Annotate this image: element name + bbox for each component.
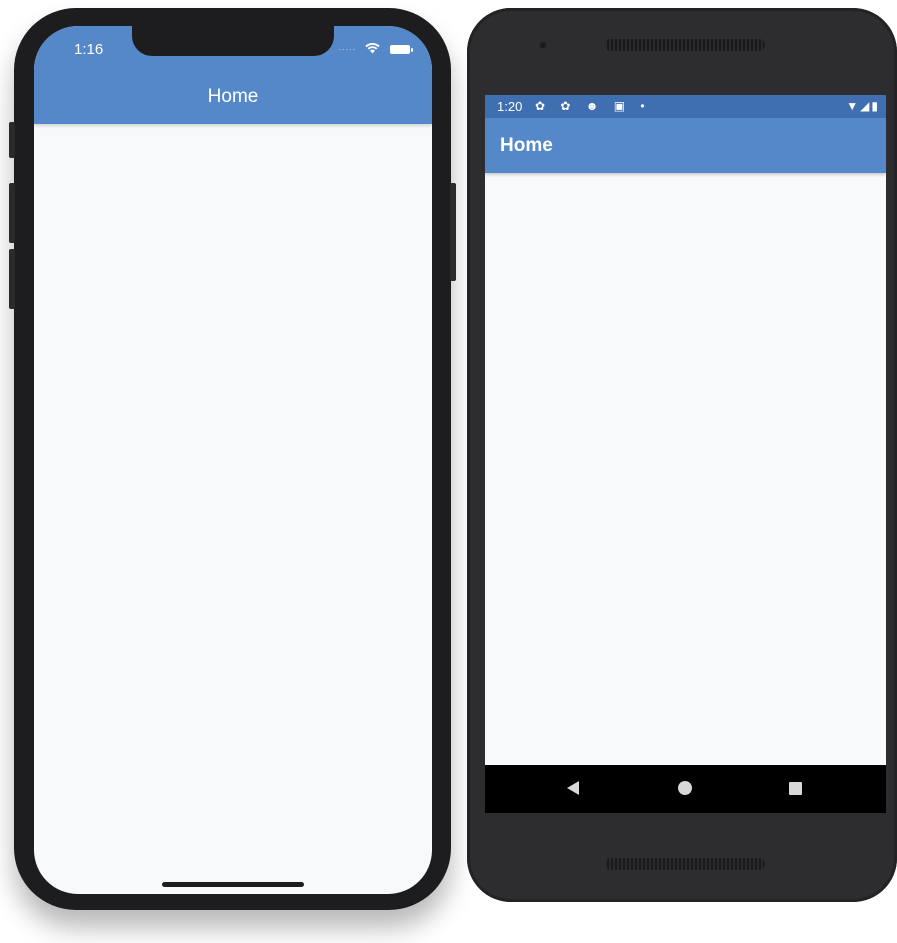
ios-screen: 1:16 ..... Home — [34, 26, 432, 894]
front-camera — [539, 41, 547, 49]
volume-down-button — [9, 249, 15, 309]
android-nav-bar — [485, 765, 886, 813]
ios-page-title: Home — [207, 86, 259, 107]
volume-up-button — [9, 183, 15, 243]
power-button — [450, 183, 456, 281]
home-icon[interactable] — [678, 781, 692, 795]
android-page-title: Home — [500, 135, 553, 156]
wifi-icon — [365, 43, 380, 54]
android-device: 1:20 ✿ ✿ ☻ ▣ • ▼◢▮ Home — [467, 8, 897, 902]
ios-signal-dots: ..... — [338, 42, 356, 52]
recents-icon[interactable] — [789, 782, 802, 795]
notch — [132, 26, 334, 56]
top-speaker — [605, 39, 765, 51]
iphone-device: 1:16 ..... Home — [9, 8, 456, 910]
android-screen: 1:20 ✿ ✿ ☻ ▣ • ▼◢▮ Home — [485, 95, 886, 813]
battery-icon — [390, 45, 413, 54]
signal-battery-icons: ▼◢▮ — [846, 99, 880, 113]
back-icon[interactable] — [567, 781, 579, 795]
mute-switch — [9, 122, 15, 158]
notification-icons: ✿ ✿ ☻ ▣ • — [535, 99, 651, 113]
home-indicator[interactable] — [162, 882, 304, 887]
android-status-time: 1:20 — [497, 99, 523, 114]
android-app-bar: Home — [485, 118, 886, 173]
bottom-speaker — [605, 858, 765, 870]
android-status-bar: 1:20 ✿ ✿ ☻ ▣ • ▼◢▮ — [485, 95, 886, 118]
ios-status-time: 1:16 — [74, 41, 104, 58]
